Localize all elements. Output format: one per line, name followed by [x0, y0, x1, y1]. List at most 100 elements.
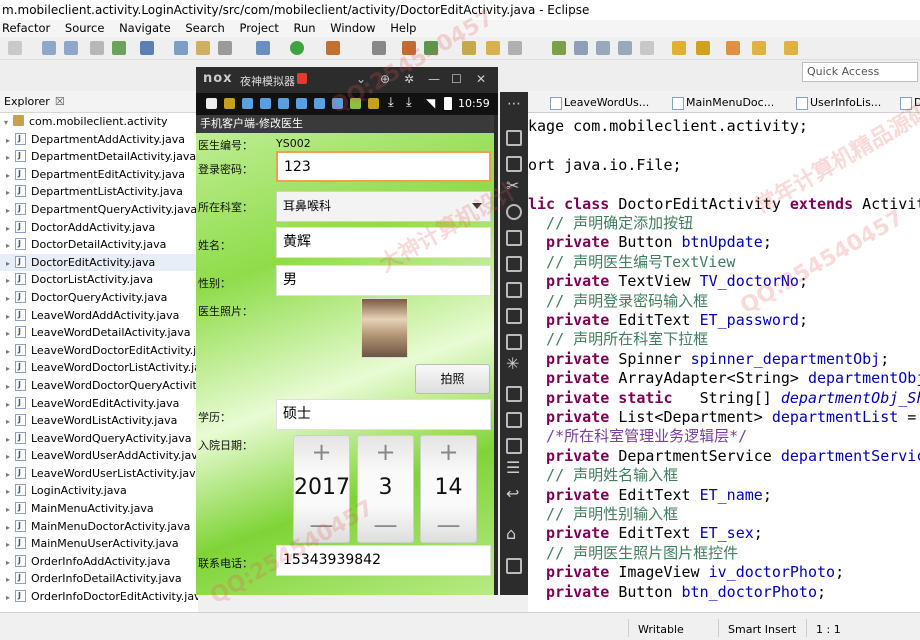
- expand-arrow-icon[interactable]: ▸: [6, 202, 15, 220]
- maximize-icon[interactable]: ☐: [451, 72, 462, 86]
- expand-arrow-icon[interactable]: ▸: [6, 483, 15, 501]
- file-item[interactable]: ▸ LeaveWordQueryActivity.java: [0, 429, 198, 449]
- expand-arrow-icon[interactable]: ▸: [6, 132, 15, 150]
- file-item[interactable]: ▸ MainMenuUserActivity.java: [0, 534, 198, 554]
- expand-arrow-icon[interactable]: ▸: [6, 378, 15, 396]
- year-increment-button[interactable]: +: [294, 436, 349, 468]
- education-input[interactable]: 硕士: [276, 399, 491, 430]
- file-item[interactable]: ▸ LeaveWordListActivity.java: [0, 411, 198, 430]
- department-spinner[interactable]: 耳鼻喉科: [276, 191, 491, 222]
- debug-icon[interactable]: [256, 41, 270, 55]
- editor-tab[interactable]: MainMenuDoc...: [672, 93, 774, 112]
- name-input[interactable]: 黄辉: [276, 227, 491, 258]
- file-item[interactable]: ▸ DoctorListActivity.java: [0, 270, 198, 290]
- file-item[interactable]: ▸ LeaveWordDoctorListActivity.java: [0, 358, 198, 378]
- save-all-icon[interactable]: [64, 41, 78, 55]
- expand-arrow-icon[interactable]: ▸: [6, 272, 15, 290]
- file-item[interactable]: ▸ DoctorAddActivity.java: [0, 218, 198, 238]
- file-item[interactable]: ▸ LeaveWordUserAddActivity.java: [0, 446, 198, 465]
- toolbar-icon[interactable]: [8, 41, 22, 55]
- back-icon[interactable]: ↩: [506, 484, 519, 503]
- device-icon[interactable]: [218, 41, 232, 55]
- pin-icon[interactable]: ⊕: [380, 72, 390, 86]
- phone-input[interactable]: 15343939842: [276, 545, 491, 576]
- expand-arrow-icon[interactable]: ▸: [6, 184, 15, 202]
- expand-arrow-icon[interactable]: ▸: [6, 466, 15, 484]
- toggle-mark-icon[interactable]: [574, 41, 588, 55]
- block-select-icon[interactable]: [596, 41, 610, 55]
- pilcrow-icon[interactable]: [640, 41, 654, 55]
- editor-tab[interactable]: LeaveWordUs...: [550, 93, 649, 112]
- file-item[interactable]: ▸ OrderInfoAddActivity.java: [0, 552, 198, 572]
- external-tools-icon[interactable]: [326, 41, 340, 55]
- month-increment-button[interactable]: +: [358, 436, 413, 468]
- android-sdk-icon[interactable]: [112, 41, 126, 55]
- menu-run[interactable]: Run: [294, 21, 316, 35]
- keyboard-icon[interactable]: [506, 230, 522, 246]
- expand-arrow-icon[interactable]: ▸: [6, 554, 15, 572]
- menu-search[interactable]: Search: [185, 21, 225, 35]
- day-increment-button[interactable]: +: [421, 436, 476, 468]
- month-picker[interactable]: + 3 —: [357, 435, 414, 543]
- volume-up-icon[interactable]: [506, 282, 522, 298]
- expand-arrow-icon[interactable]: ▸: [6, 501, 15, 519]
- menu-help[interactable]: Help: [390, 21, 416, 35]
- expand-arrow-icon[interactable]: ▸: [6, 431, 15, 449]
- year-picker[interactable]: + 2017 —: [293, 435, 350, 543]
- explorer-tab[interactable]: Explorer ☒: [0, 91, 198, 113]
- last-edit-icon[interactable]: [726, 41, 740, 55]
- print-icon[interactable]: [90, 41, 104, 55]
- loading-icon[interactable]: ✳: [506, 354, 519, 373]
- location-icon[interactable]: [506, 204, 522, 220]
- expand-arrow-icon[interactable]: ▸: [6, 167, 15, 185]
- expand-arrow-icon[interactable]: ▸: [6, 237, 15, 255]
- save-icon[interactable]: [42, 41, 56, 55]
- expand-arrow-icon[interactable]: ▸: [6, 308, 15, 326]
- expand-arrow-icon[interactable]: ▸: [6, 536, 15, 554]
- screen-rotate-icon[interactable]: [506, 130, 522, 146]
- file-item[interactable]: ▸ DepartmentDetailActivity.java: [0, 147, 198, 167]
- file-item[interactable]: ▸ LeaveWordDetailActivity.java: [0, 323, 198, 342]
- file-item[interactable]: ▸ DoctorQueryActivity.java: [0, 288, 198, 307]
- menu-source[interactable]: Source: [65, 21, 105, 35]
- code-editor[interactable]: kage com.mobileclient.activity; ort java.…: [528, 113, 920, 612]
- file-item[interactable]: ▸ DoctorDetailActivity.java: [0, 235, 198, 255]
- alert-icon[interactable]: [297, 73, 307, 84]
- file-item[interactable]: ▸ MainMenuDoctorActivity.java: [0, 517, 198, 536]
- annotation-icon[interactable]: [552, 41, 566, 55]
- recent-apps-icon[interactable]: [506, 558, 522, 574]
- more-icon[interactable]: ⋯: [507, 96, 521, 112]
- file-item[interactable]: ▸ LeaveWordUserListActivity.java: [0, 464, 198, 484]
- close-icon[interactable]: ✕: [476, 72, 486, 86]
- expand-arrow-icon[interactable]: ▸: [6, 343, 15, 361]
- fullscreen-icon[interactable]: [506, 256, 522, 272]
- next-annotation-icon[interactable]: [672, 41, 686, 55]
- expand-arrow-icon[interactable]: ▸: [6, 220, 15, 238]
- open-folder-icon[interactable]: [486, 41, 500, 55]
- menu-navigate[interactable]: Navigate: [119, 21, 171, 35]
- file-item[interactable]: ▸ DepartmentListActivity.java: [0, 182, 198, 202]
- editor-tab-active[interactable]: D: [900, 93, 920, 112]
- open-type-icon[interactable]: [462, 41, 476, 55]
- expand-arrow-icon[interactable]: ▸: [6, 360, 15, 378]
- minimize-icon[interactable]: —: [428, 72, 440, 86]
- file-item[interactable]: ▸ OrderInfoDetailActivity.java: [0, 569, 198, 588]
- file-item[interactable]: ▸ DepartmentEditActivity.java: [0, 165, 198, 185]
- day-picker[interactable]: + 14 —: [420, 435, 477, 543]
- file-item[interactable]: ▸ LeaveWordDoctorQueryActivity.java: [0, 376, 198, 396]
- expand-arrow-icon[interactable]: ▸: [6, 149, 15, 167]
- quick-access-input[interactable]: Quick Access: [802, 62, 918, 82]
- collapse-arrow-icon[interactable]: ▾: [4, 114, 13, 132]
- dropdown-icon[interactable]: ⌄: [356, 72, 366, 86]
- password-input[interactable]: 123: [276, 151, 491, 182]
- prev-annotation-icon[interactable]: [696, 41, 710, 55]
- emulator-titlebar[interactable]: nox 夜神模拟器 ⌄ ⊕ ✲ — ☐ ✕: [196, 67, 498, 93]
- scissors-icon[interactable]: ✂: [506, 176, 519, 195]
- pen-icon[interactable]: [372, 41, 386, 55]
- menu-refactor[interactable]: Refactor: [2, 21, 50, 35]
- volume-down-icon[interactable]: [506, 308, 522, 324]
- expand-arrow-icon[interactable]: ▸: [6, 589, 15, 607]
- file-item[interactable]: ▸ LeaveWordEditActivity.java: [0, 394, 198, 413]
- file-item[interactable]: ▸ OrderInfoDoctorEditActivity.java: [0, 587, 198, 607]
- search-icon[interactable]: [508, 41, 522, 55]
